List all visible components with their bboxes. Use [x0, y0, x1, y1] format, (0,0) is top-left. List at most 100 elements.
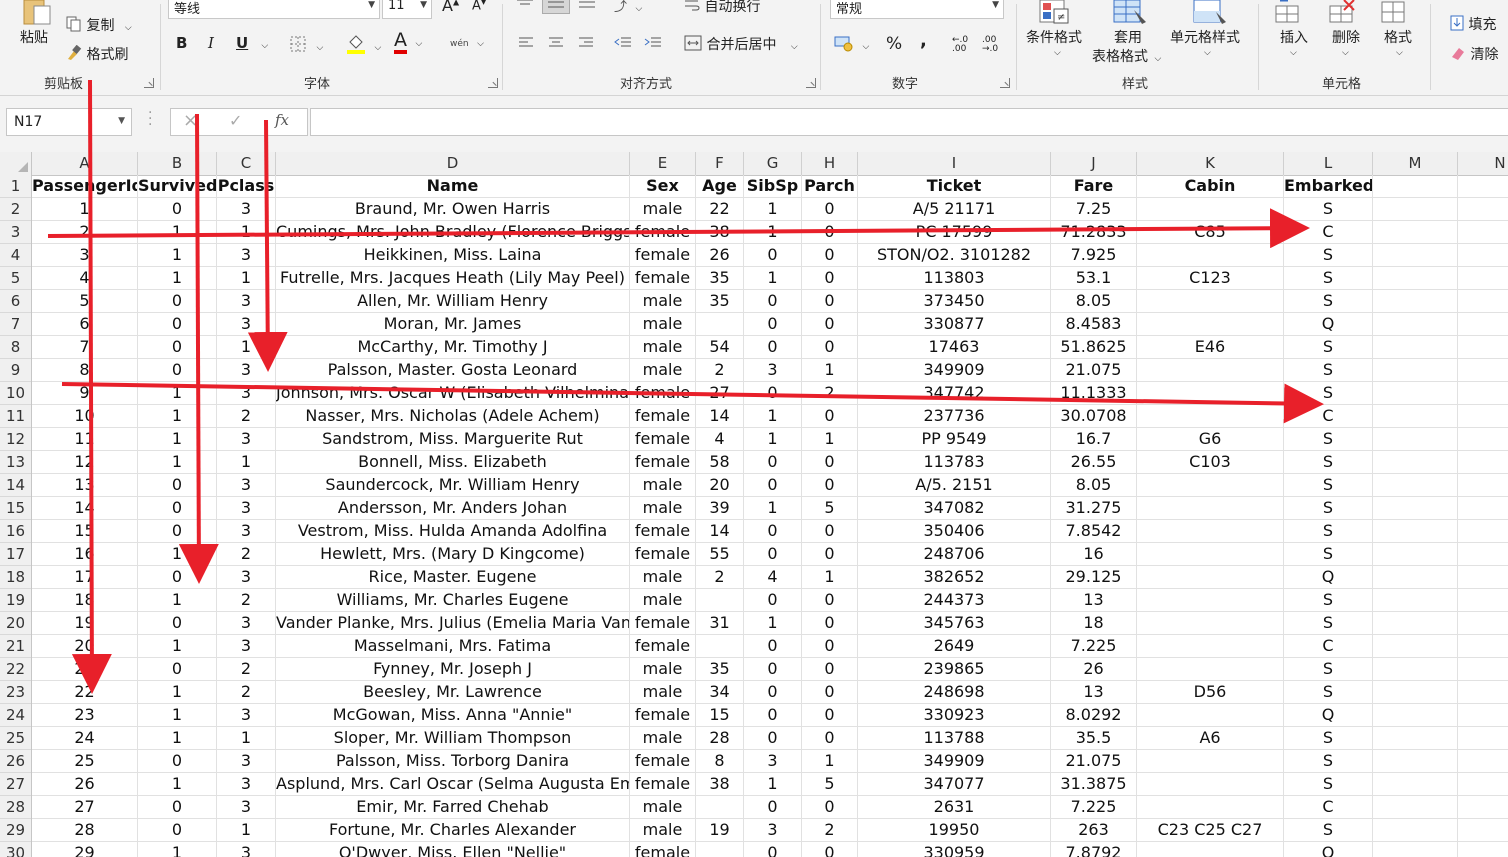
cell-k25[interactable]: A6	[1137, 727, 1284, 750]
cell-d26[interactable]: Palsson, Miss. Torborg Danira	[276, 750, 630, 773]
row-header[interactable]: 16	[0, 520, 31, 543]
table-format-button-2[interactable]: 表格格式 ⌵	[1092, 46, 1161, 66]
cell-l10[interactable]: S	[1284, 382, 1373, 405]
cell-h2[interactable]: 0	[802, 198, 858, 221]
cell-j28[interactable]: 7.225	[1051, 796, 1137, 819]
cell-c24[interactable]: 3	[217, 704, 276, 727]
cell-l21[interactable]: C	[1284, 635, 1373, 658]
cell-d4[interactable]: Heikkinen, Miss. Laina	[276, 244, 630, 267]
cell-b30[interactable]: 1	[138, 842, 217, 857]
cell-c20[interactable]: 3	[217, 612, 276, 635]
cell-g25[interactable]: 0	[744, 727, 802, 750]
font-name-select[interactable]: 等线 ▼	[168, 0, 380, 19]
cell-a27[interactable]: 26	[32, 773, 138, 796]
align-top-icon[interactable]	[516, 0, 534, 14]
cell-h28[interactable]: 0	[802, 796, 858, 819]
cell-j26[interactable]: 21.075	[1051, 750, 1137, 773]
column-header-j[interactable]: J	[1051, 152, 1137, 175]
number-launcher-icon[interactable]	[1000, 78, 1010, 88]
cell-h12[interactable]: 1	[802, 428, 858, 451]
cell-c13[interactable]: 1	[217, 451, 276, 474]
row-header[interactable]: 9	[0, 359, 31, 382]
row-header[interactable]: 25	[0, 727, 31, 750]
cell-n27[interactable]	[1458, 773, 1508, 796]
cell-i6[interactable]: 373450	[858, 290, 1051, 313]
row-header[interactable]: 14	[0, 474, 31, 497]
cell-a20[interactable]: 19	[32, 612, 138, 635]
cell-k4[interactable]	[1137, 244, 1284, 267]
cell-a6[interactable]: 5	[32, 290, 138, 313]
cell-k26[interactable]	[1137, 750, 1284, 773]
cell-n19[interactable]	[1458, 589, 1508, 612]
cell-n30[interactable]	[1458, 842, 1508, 857]
cell-f4[interactable]: 26	[696, 244, 744, 267]
cell-c28[interactable]: 3	[217, 796, 276, 819]
cell-g30[interactable]: 0	[744, 842, 802, 857]
cell-e12[interactable]: female	[630, 428, 696, 451]
cell-j21[interactable]: 7.225	[1051, 635, 1137, 658]
cell-i22[interactable]: 239865	[858, 658, 1051, 681]
cell-d23[interactable]: Beesley, Mr. Lawrence	[276, 681, 630, 704]
cell-c15[interactable]: 3	[217, 497, 276, 520]
cell-c11[interactable]: 2	[217, 405, 276, 428]
cell-c27[interactable]: 3	[217, 773, 276, 796]
cell-d28[interactable]: Emir, Mr. Farred Chehab	[276, 796, 630, 819]
cell-e3[interactable]: female	[630, 221, 696, 244]
column-header-l[interactable]: L	[1284, 152, 1373, 175]
cell-a21[interactable]: 20	[32, 635, 138, 658]
cell-l5[interactable]: S	[1284, 267, 1373, 290]
decrease-font-icon[interactable]: A▼	[472, 0, 486, 13]
cell-h18[interactable]: 1	[802, 566, 858, 589]
cell-a8[interactable]: 7	[32, 336, 138, 359]
cell-n9[interactable]	[1458, 359, 1508, 382]
cell-g22[interactable]: 0	[744, 658, 802, 681]
cell-j5[interactable]: 53.1	[1051, 267, 1137, 290]
cell-g23[interactable]: 0	[744, 681, 802, 704]
cell-b20[interactable]: 0	[138, 612, 217, 635]
cell-g3[interactable]: 1	[744, 221, 802, 244]
cell-m2[interactable]	[1373, 198, 1458, 221]
cell-l11[interactable]: C	[1284, 405, 1373, 428]
cell-m14[interactable]	[1373, 474, 1458, 497]
cell-h14[interactable]: 0	[802, 474, 858, 497]
cell-g12[interactable]: 1	[744, 428, 802, 451]
cell-j23[interactable]: 13	[1051, 681, 1137, 704]
cell-k20[interactable]	[1137, 612, 1284, 635]
cell-d15[interactable]: Andersson, Mr. Anders Johan	[276, 497, 630, 520]
cell-l30[interactable]: Q	[1284, 842, 1373, 857]
cell-c8[interactable]: 1	[217, 336, 276, 359]
percent-button[interactable]: %	[886, 34, 902, 54]
row-header[interactable]: 11	[0, 405, 31, 428]
cell-g1[interactable]: SibSp	[744, 175, 802, 198]
cell-e8[interactable]: male	[630, 336, 696, 359]
cell-n4[interactable]	[1458, 244, 1508, 267]
cell-b19[interactable]: 1	[138, 589, 217, 612]
cell-h13[interactable]: 0	[802, 451, 858, 474]
cell-k13[interactable]: C103	[1137, 451, 1284, 474]
cell-i9[interactable]: 349909	[858, 359, 1051, 382]
cell-f17[interactable]: 55	[696, 543, 744, 566]
cell-b7[interactable]: 0	[138, 313, 217, 336]
cell-a12[interactable]: 11	[32, 428, 138, 451]
cell-n28[interactable]	[1458, 796, 1508, 819]
cell-h30[interactable]: 0	[802, 842, 858, 857]
cell-j7[interactable]: 8.4583	[1051, 313, 1137, 336]
insert-function-button[interactable]: fx	[275, 111, 289, 129]
cell-f3[interactable]: 38	[696, 221, 744, 244]
cell-g4[interactable]: 0	[744, 244, 802, 267]
cell-m6[interactable]	[1373, 290, 1458, 313]
cell-j25[interactable]: 35.5	[1051, 727, 1137, 750]
cell-a14[interactable]: 13	[32, 474, 138, 497]
cell-m18[interactable]	[1373, 566, 1458, 589]
cell-f14[interactable]: 20	[696, 474, 744, 497]
cell-e16[interactable]: female	[630, 520, 696, 543]
cell-f1[interactable]: Age	[696, 175, 744, 198]
cell-i10[interactable]: 347742	[858, 382, 1051, 405]
paste-button[interactable]: 粘贴	[20, 27, 48, 47]
cell-h26[interactable]: 1	[802, 750, 858, 773]
cell-j14[interactable]: 8.05	[1051, 474, 1137, 497]
fill-color-button[interactable]: ⌵	[346, 34, 381, 58]
cell-b17[interactable]: 1	[138, 543, 217, 566]
cell-j27[interactable]: 31.3875	[1051, 773, 1137, 796]
cell-i12[interactable]: PP 9549	[858, 428, 1051, 451]
